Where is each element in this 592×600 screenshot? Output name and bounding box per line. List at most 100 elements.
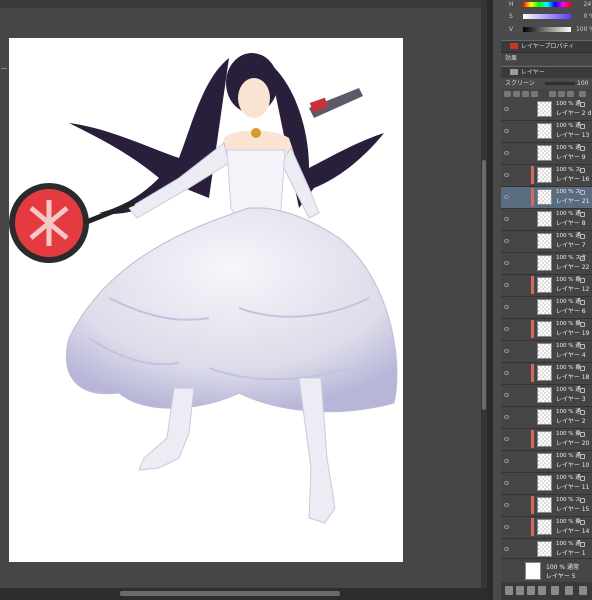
visibility-eye-icon[interactable]	[504, 261, 509, 265]
scroll-thumb[interactable]	[482, 160, 486, 410]
layer-row[interactable]: 100 % スレイヤー 15	[501, 495, 592, 517]
layer-tool-icon[interactable]	[531, 91, 538, 97]
layer-row[interactable]: 100 % 通レイヤー 4	[501, 341, 592, 363]
lock-icon[interactable]	[580, 190, 585, 195]
visibility-eye-icon[interactable]	[504, 525, 509, 529]
layer-row[interactable]: 100 % 通レイヤー 3	[501, 385, 592, 407]
color-slider-panel: H 247 S 0 % V 100 %	[501, 0, 592, 40]
canvas-area[interactable]	[0, 0, 487, 600]
hair-left	[69, 58, 229, 214]
visibility-eye-icon[interactable]	[504, 503, 509, 507]
opacity-value[interactable]: 100	[577, 78, 588, 89]
layer-row[interactable]: 100 % 通レイヤー 7	[501, 231, 592, 253]
horizontal-scrollbar[interactable]	[0, 588, 487, 600]
layer-row[interactable]: 100 % 通レイヤー 13	[501, 121, 592, 143]
layer-row[interactable]: 100 % 乗レイヤー 18	[501, 363, 592, 385]
visibility-eye-icon[interactable]	[504, 239, 509, 243]
layer-row[interactable]: 100 % 乗レイヤー 12	[501, 275, 592, 297]
visibility-eye-icon[interactable]	[504, 217, 509, 221]
lock-icon[interactable]	[580, 278, 585, 283]
layer-row[interactable]: 100 % 通レイヤー 2	[501, 407, 592, 429]
artboard[interactable]	[9, 38, 403, 562]
mask-icon[interactable]	[538, 586, 546, 595]
layer-row[interactable]: 100 % 乗レイヤー 14	[501, 517, 592, 539]
value-slider[interactable]	[523, 27, 571, 32]
new-vector-layer-icon[interactable]	[516, 586, 524, 595]
layer-row[interactable]: 100 % 通レイヤー 6	[501, 297, 592, 319]
lock-icon[interactable]	[580, 520, 585, 525]
lock-icon[interactable]	[580, 476, 585, 481]
layer-row[interactable]: 100 % 乗レイヤー 20	[501, 429, 592, 451]
layer-tool-icon[interactable]	[504, 91, 511, 97]
layer-row[interactable]: 100 % スレイヤー 21	[501, 187, 592, 209]
lock-icon[interactable]	[580, 388, 585, 393]
layer-tool-icon[interactable]	[522, 91, 529, 97]
layer-row[interactable]: 100 % 通レイヤー 11	[501, 473, 592, 495]
visibility-eye-icon[interactable]	[504, 305, 509, 309]
layer-tool-icon[interactable]	[558, 91, 565, 97]
scroll-thumb[interactable]	[120, 591, 340, 596]
lock-icon[interactable]	[580, 256, 585, 261]
layer-tool-icon[interactable]	[567, 91, 574, 97]
merge-down-icon[interactable]	[551, 586, 559, 595]
visibility-eye-icon[interactable]	[504, 107, 509, 111]
layer-blend: 100 % 乗	[556, 519, 581, 525]
visibility-eye-icon[interactable]	[504, 459, 509, 463]
visibility-eye-icon[interactable]	[504, 481, 509, 485]
visibility-eye-icon[interactable]	[504, 129, 509, 133]
lock-icon[interactable]	[580, 322, 585, 327]
layer-row[interactable]: 100 % 通レイヤー 10	[501, 451, 592, 473]
layer-row[interactable]: 100 % スレイヤー 16	[501, 165, 592, 187]
layer-tool-icon[interactable]	[579, 91, 586, 97]
visibility-eye-icon[interactable]	[504, 195, 509, 199]
lock-icon[interactable]	[580, 124, 585, 129]
lock-icon[interactable]	[580, 300, 585, 305]
saturation-slider[interactable]	[523, 14, 571, 19]
visibility-eye-icon[interactable]	[504, 151, 509, 155]
layer-row[interactable]: 100 % スク レイヤー 22	[501, 253, 592, 275]
visibility-eye-icon[interactable]	[504, 547, 509, 551]
visibility-eye-icon[interactable]	[504, 371, 509, 375]
visibility-eye-icon[interactable]	[504, 393, 509, 397]
color-row-letter: V	[509, 26, 514, 33]
layer-property-header[interactable]: レイヤープロパティ	[501, 40, 592, 53]
blend-mode-select[interactable]: スクリーン	[505, 78, 535, 89]
copy-layer-icon[interactable]	[565, 586, 573, 595]
layer-list[interactable]: 100 % 通レイヤー 2 d 100 % 通レイヤー 13 100 % 通レイヤー…	[501, 99, 592, 580]
visibility-eye-icon[interactable]	[504, 349, 509, 353]
lock-icon[interactable]	[580, 410, 585, 415]
color-row-value: 0 %	[583, 13, 592, 20]
delete-layer-icon[interactable]	[579, 586, 587, 595]
lock-icon[interactable]	[580, 212, 585, 217]
paper-layer-row[interactable]: 100 % 通常 レイヤー 5	[501, 558, 592, 583]
layer-color-mark	[531, 188, 534, 206]
lock-icon[interactable]	[580, 454, 585, 459]
layer-tool-icon[interactable]	[549, 91, 556, 97]
visibility-eye-icon[interactable]	[504, 327, 509, 331]
lock-icon[interactable]	[580, 432, 585, 437]
lock-icon[interactable]	[580, 542, 585, 547]
visibility-eye-icon[interactable]	[504, 173, 509, 177]
lock-icon[interactable]	[580, 146, 585, 151]
visibility-eye-icon[interactable]	[504, 283, 509, 287]
layer-blend: 100 % 通	[556, 541, 581, 547]
layer-row[interactable]: 100 % 乗レイヤー 19	[501, 319, 592, 341]
lock-icon[interactable]	[580, 366, 585, 371]
layer-row[interactable]: 100 % 通レイヤー 2 d	[501, 99, 592, 121]
layer-row[interactable]: 100 % 通レイヤー 9	[501, 143, 592, 165]
lock-icon[interactable]	[580, 498, 585, 503]
layer-tool-icon[interactable]	[513, 91, 520, 97]
opacity-slider[interactable]	[545, 82, 575, 85]
lock-icon[interactable]	[580, 344, 585, 349]
lock-icon[interactable]	[580, 102, 585, 107]
layer-row[interactable]: 100 % 通レイヤー 8	[501, 209, 592, 231]
visibility-eye-icon[interactable]	[504, 437, 509, 441]
layer-thumbnail	[537, 255, 552, 271]
lock-icon[interactable]	[580, 168, 585, 173]
lock-icon[interactable]	[580, 234, 585, 239]
new-layer-icon[interactable]	[505, 586, 513, 595]
layer-blend: 100 % 通	[556, 233, 581, 239]
new-folder-icon[interactable]	[527, 586, 535, 595]
visibility-eye-icon[interactable]	[504, 415, 509, 419]
hue-slider[interactable]	[523, 2, 571, 7]
